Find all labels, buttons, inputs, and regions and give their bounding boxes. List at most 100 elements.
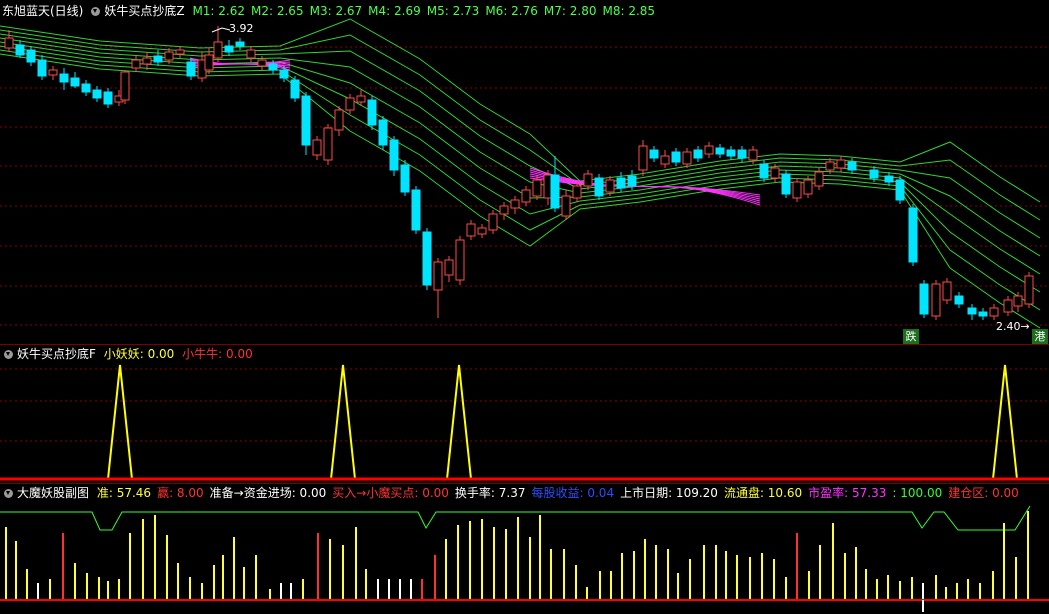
signal-gang-badge: 港	[1032, 329, 1048, 344]
ma-value-1: M1: 2.62	[192, 4, 246, 18]
high-marker	[211, 27, 231, 33]
candle-body	[715, 147, 725, 155]
candle-body	[345, 97, 355, 111]
candle-body	[26, 49, 36, 63]
candle-body	[814, 171, 824, 187]
candle-body	[477, 227, 487, 235]
candle-body	[1003, 299, 1013, 313]
candle-body	[92, 89, 102, 99]
sub1-indicator-name[interactable]: 妖牛买点抄底F	[17, 347, 96, 361]
candle-body	[433, 261, 443, 291]
sub1-header: 妖牛买点抄底F 小妖妖: 0.00 小牛牛: 0.00	[0, 345, 257, 363]
sub2-value-7: 上市日期: 109.20	[620, 486, 718, 500]
candle-body	[4, 37, 14, 49]
candle-body	[967, 307, 977, 315]
ma-value-3: M3: 2.67	[309, 4, 363, 18]
candle-body	[704, 145, 714, 155]
candle-body	[367, 99, 377, 126]
candle-body	[942, 281, 952, 301]
candle-body	[213, 41, 223, 59]
candle-body	[521, 189, 531, 203]
indicator-menu-icon[interactable]	[91, 7, 101, 16]
ma-line	[0, 45, 1041, 293]
signal-spike	[330, 364, 356, 480]
sub2-value-3: 准备→资金进场: 0.00	[209, 486, 327, 500]
candle-body	[726, 149, 736, 157]
sub2-value-4: 买入→小魔买点: 0.00	[332, 486, 449, 500]
candle-body	[660, 155, 670, 165]
candle-body	[59, 73, 69, 83]
ma-line	[0, 41, 1041, 275]
candle-body	[488, 213, 498, 231]
candle-body	[532, 179, 542, 197]
signal-spike	[992, 364, 1018, 480]
candle-body	[931, 283, 941, 317]
candle-body	[378, 119, 388, 146]
candle-body	[895, 179, 905, 201]
candle-body	[142, 57, 152, 65]
candle-body	[550, 174, 560, 209]
ma-line	[0, 37, 1041, 257]
candle-body	[37, 59, 47, 77]
candle-body	[847, 161, 857, 171]
candle-body	[290, 79, 300, 99]
candle-body	[594, 177, 604, 197]
candle-body	[884, 175, 894, 183]
sub-chart-2[interactable]: 大魔妖股副图 准: 57.46 赢: 8.00 准备→资金进场: 0.00 买入→小魔…	[0, 484, 1049, 614]
candle-body	[131, 59, 141, 69]
candle-body	[825, 161, 835, 171]
candle-body	[510, 199, 520, 209]
candle-body	[627, 175, 637, 187]
candle-body	[444, 259, 454, 276]
candle-body	[649, 149, 659, 159]
candle-body	[605, 179, 615, 193]
candle-body	[175, 49, 185, 55]
low-price-label: 2.40→	[996, 320, 1030, 333]
candle-body	[792, 181, 802, 199]
ma-value-7: M7: 2.80	[543, 4, 597, 18]
candle-body	[561, 195, 571, 217]
candle-body	[803, 179, 813, 195]
main-chart-panel[interactable]: 东旭蓝天(日线) 妖牛买点抄底Z M1: 2.62 M2: 2.65 M3: 2.67…	[0, 0, 1049, 345]
candle-body	[682, 151, 692, 165]
candle-body	[693, 149, 703, 159]
sub-chart-1[interactable]: 妖牛买点抄底F 小妖妖: 0.00 小牛牛: 0.00	[0, 345, 1049, 484]
high-price-label: 3.92	[229, 22, 254, 35]
candle-body	[120, 71, 130, 101]
sub2-value-1: 准: 57.46	[96, 486, 152, 500]
signal-spike	[107, 364, 133, 480]
stock-title[interactable]: 东旭蓝天(日线)	[2, 4, 83, 18]
indicator-name[interactable]: 妖牛买点抄底Z	[104, 4, 184, 18]
sub2-indicator-name[interactable]: 大魔妖股副图	[17, 486, 89, 500]
candle-body	[583, 173, 593, 187]
sub2-value-5: 换手率: 7.37	[454, 486, 526, 500]
candle-body	[186, 61, 196, 77]
candle-body	[411, 189, 421, 231]
candle-body	[153, 55, 163, 63]
signal-spike	[446, 364, 472, 480]
indicator-menu-icon[interactable]	[4, 350, 13, 359]
sub2-value-9: 市盈率: 57.33	[808, 486, 887, 500]
candlestick-chart	[0, 18, 1049, 329]
candle-body	[1013, 295, 1023, 307]
signal-die-badge: 跌	[903, 329, 919, 344]
candle-body	[224, 45, 234, 53]
candle-body	[499, 205, 509, 215]
sub2-value-11: 建仓区: 0.00	[948, 486, 1019, 500]
spike-chart	[0, 364, 1049, 481]
candle-body	[257, 59, 267, 67]
candle-body	[466, 223, 476, 237]
candle-body	[246, 49, 256, 59]
ma-values: M1: 2.62 M2: 2.65 M3: 2.67 M4: 2.69 M5: 2.73…	[192, 4, 661, 18]
ma-value-4: M4: 2.69	[368, 4, 421, 18]
candle-body	[103, 91, 113, 105]
candle-body	[572, 185, 582, 199]
indicator-menu-icon[interactable]	[4, 489, 13, 498]
candle-body	[312, 139, 322, 156]
candle-body	[978, 311, 988, 317]
candle-body	[759, 163, 769, 179]
bar-chart	[0, 505, 1049, 612]
candle-body	[770, 167, 780, 179]
candle-body	[323, 127, 333, 161]
candle-body	[15, 44, 25, 56]
